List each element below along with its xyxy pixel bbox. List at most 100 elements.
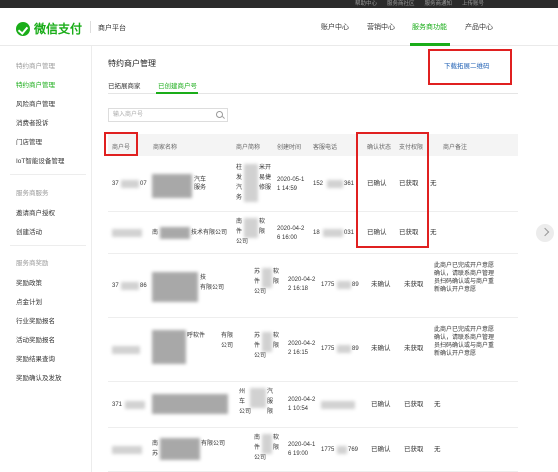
- merchant-remark: 无: [430, 229, 437, 236]
- short-name-fragment: 州: [239, 389, 246, 395]
- redacted-block: [125, 401, 145, 409]
- redacted-block: [244, 218, 258, 238]
- merchant-name-fragment: 有限: [221, 333, 234, 339]
- wechat-pay-icon: [16, 21, 30, 36]
- redacted-block: [112, 229, 142, 237]
- short-name-fragment: 件: [254, 279, 261, 285]
- phone-tail: 89: [352, 282, 359, 288]
- merchant-name-fragment: 呼软件: [187, 333, 206, 339]
- sidebar-item-special-merchant[interactable]: 特约商户管理: [16, 79, 55, 89]
- sidebar-item-iot[interactable]: IoT智能设备管理: [16, 155, 64, 165]
- search-icon[interactable]: [216, 111, 223, 118]
- column-service-phone: 客服电话: [313, 145, 338, 151]
- nav-service-provider[interactable]: 服务商功能: [412, 22, 447, 32]
- phone-tail: 769: [348, 447, 359, 453]
- table-row[interactable]: 呼软件 有限 公司 苏 件 公司 软 限 2020-04-2 2 16:15 1…: [108, 318, 518, 382]
- merchant-id: 37: [112, 283, 119, 289]
- sidebar-item-risk-merchant[interactable]: 风险商户管理: [16, 98, 55, 108]
- sidebar-item-complaints[interactable]: 消费者投诉: [16, 117, 49, 127]
- sidebar-item-create-activity[interactable]: 创建活动: [16, 226, 42, 236]
- merchant-name-fragment: 汽车: [194, 177, 207, 183]
- short-name-fragment: 汽: [267, 389, 274, 395]
- short-name-fragment: 限: [273, 445, 280, 451]
- merchant-name-fragment: 公司: [221, 343, 234, 349]
- table-row[interactable]: 371 州 车 公司 汽 服 限 2020-04-2 1 10:54 已确认 已…: [108, 382, 518, 428]
- short-name-fragment: 软: [259, 219, 266, 225]
- annotation-box-status: [356, 132, 429, 248]
- redacted-block: [112, 446, 142, 454]
- sidebar-item-stores[interactable]: 门店管理: [16, 136, 42, 146]
- merchant-name-fragment: 服务: [194, 185, 207, 191]
- sidebar-item-gold-plan[interactable]: 点金计划: [16, 296, 42, 306]
- utility-link-community[interactable]: 服务商社区: [387, 0, 415, 8]
- short-name-fragment: 车: [239, 399, 246, 405]
- phone-tail: 89: [352, 346, 359, 352]
- redacted-block: [121, 282, 139, 290]
- utility-link-help[interactable]: 帮助中心: [355, 0, 377, 8]
- table-row[interactable]: 37 07 汽车 服务 柱 发 汽 务 米开 易捷 修服 2020-05-1 1…: [108, 156, 518, 212]
- phone-prefix: 1775: [321, 447, 335, 453]
- phone-prefix: 1775: [321, 346, 335, 352]
- short-name-fragment: 件: [254, 445, 261, 451]
- sidebar-item-industry-reward[interactable]: 行业奖励报名: [16, 315, 55, 325]
- redacted-block: [250, 388, 266, 408]
- sidebar-divider: [10, 245, 86, 246]
- utility-link-notice[interactable]: 服务商通知: [424, 0, 452, 8]
- sidebar-item-invite-auth[interactable]: 邀请商户授权: [16, 207, 55, 217]
- sidebar-item-reward-policy[interactable]: 奖励政策: [16, 277, 42, 287]
- phone-prefix: 1775: [321, 282, 335, 288]
- short-name-fragment: 限: [273, 279, 280, 285]
- short-name-fragment: 限: [267, 409, 274, 415]
- created-time-line2: 1 10:54: [288, 406, 309, 412]
- phone-prefix: 152: [313, 181, 324, 187]
- short-name-fragment: 公司: [236, 239, 249, 245]
- annotation-box-merchant-id: [104, 132, 138, 156]
- phone-tail: 031: [344, 230, 355, 236]
- merchant-id-search-input[interactable]: [108, 108, 228, 122]
- redacted-block: [321, 401, 355, 409]
- short-name-fragment: 南: [236, 219, 243, 225]
- phone-tail: 361: [344, 181, 355, 187]
- table-header: 商户号 商家名称 商户简称 创建时间 客服电话 确认状态 支付权限 商户备注: [108, 134, 518, 156]
- sidebar-item-reward-confirm[interactable]: 奖励确认及发放: [16, 372, 62, 382]
- redacted-block: [152, 394, 228, 414]
- created-time-line2: 2 16:15: [288, 350, 309, 356]
- table-row[interactable]: 南 苏 有限公司 南 件 公司 软 限 2020-04-1 6 19:00 17…: [108, 428, 518, 472]
- merchant-name-fragment: 苏: [152, 451, 159, 457]
- phone-prefix: 18: [313, 230, 320, 236]
- redacted-block: [152, 330, 186, 364]
- redacted-block: [160, 227, 190, 239]
- sidebar-divider: [10, 174, 86, 175]
- nav-marketing-center[interactable]: 营销中心: [367, 22, 395, 32]
- nav-product-center[interactable]: 产品中心: [465, 22, 493, 32]
- redacted-block: [337, 446, 347, 454]
- header: 微信支付 商户平台 账户中心 营销中心 服务商功能 产品中心: [0, 8, 558, 46]
- merchant-name-fragment: 有限公司: [200, 285, 225, 291]
- merchant-remark: 无: [434, 401, 441, 408]
- wechat-pay-logo[interactable]: 微信支付: [16, 20, 82, 37]
- nav-account-center[interactable]: 账户中心: [321, 22, 349, 32]
- short-name-fragment: 苏: [254, 333, 261, 339]
- short-name-fragment: 汽: [236, 185, 243, 191]
- header-divider: [90, 21, 91, 33]
- sidebar-item-activity-reward[interactable]: 活动奖励报名: [16, 334, 55, 344]
- table-row[interactable]: 南 技术有限公司 南 件 公司 软 限 2020-04-2 6 16:00 18…: [108, 212, 518, 254]
- redacted-block: [262, 268, 272, 288]
- utility-links: 帮助中心 服务商社区 服务商通知 上传账号: [355, 0, 484, 8]
- confirm-status: 已确认: [371, 401, 391, 408]
- short-name-fragment: 公司: [254, 353, 267, 359]
- scroll-right-button[interactable]: [536, 224, 554, 242]
- redacted-block: [244, 164, 258, 202]
- utility-link-account[interactable]: 上传账号: [462, 0, 484, 8]
- redacted-block: [323, 229, 343, 237]
- redacted-block: [262, 332, 272, 352]
- merchant-name-fragment: 技: [200, 275, 207, 281]
- tab-expanded-merchants[interactable]: 已拓展商家: [108, 80, 141, 90]
- short-name-fragment: 软: [273, 269, 280, 275]
- sidebar-item-reward-results[interactable]: 奖励结果查询: [16, 353, 55, 363]
- short-name-fragment: 苏: [254, 269, 261, 275]
- top-utility-bar: 帮助中心 服务商社区 服务商通知 上传账号: [0, 0, 558, 8]
- main-content: 特约商户管理 下载拓展二维码 已拓展商家 已创建商户号 商户号 商家名称 商户简…: [92, 46, 532, 472]
- tab-created-merchant-ids[interactable]: 已创建商户号: [158, 80, 197, 90]
- table-row[interactable]: 37 86 技 有限公司 苏 件 公司 软 限 2020-04-2 2 16:1…: [108, 254, 518, 318]
